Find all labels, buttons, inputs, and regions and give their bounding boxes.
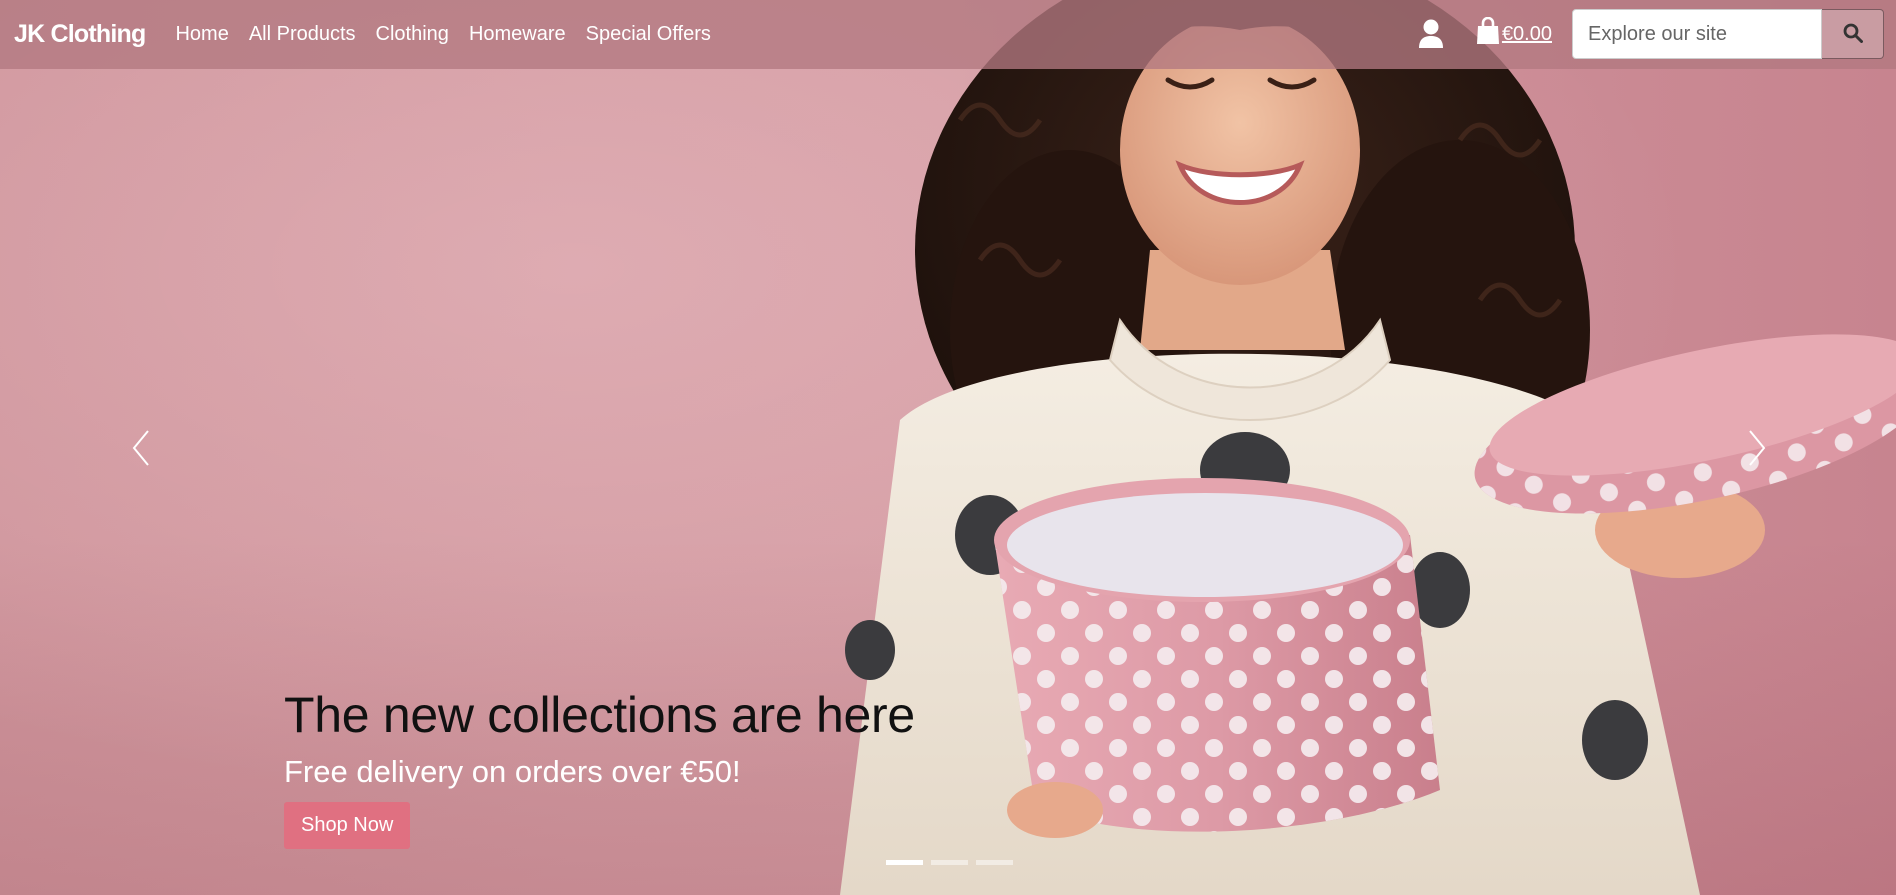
hero-subheading: Free delivery on orders over €50! — [284, 754, 741, 789]
carousel-indicator[interactable] — [976, 860, 1013, 865]
search-input[interactable] — [1572, 9, 1822, 59]
hero-heading: The new collections are here — [284, 687, 915, 743]
shopping-bag-icon — [1476, 16, 1502, 51]
carousel-indicator[interactable] — [931, 860, 968, 865]
nav-special-offers[interactable]: Special Offers — [586, 23, 711, 46]
nav-right: €0.00 — [1418, 9, 1884, 59]
search-icon — [1843, 23, 1863, 46]
shop-now-button[interactable]: Shop Now — [284, 802, 411, 849]
top-navbar: JK Clothing Home All Products Clothing H… — [0, 0, 1896, 69]
search-button[interactable] — [1822, 9, 1884, 59]
chevron-right-icon — [1736, 430, 1776, 475]
cart-button[interactable]: €0.00 — [1476, 16, 1552, 51]
cart-total: €0.00 — [1501, 22, 1552, 45]
carousel-indicator[interactable] — [886, 860, 923, 865]
search-form — [1572, 9, 1884, 59]
brand-logo[interactable]: JK Clothing — [14, 20, 146, 49]
carousel-caption: The new collections are here Free delive… — [284, 684, 915, 849]
carousel-next-button[interactable] — [1736, 425, 1776, 471]
nav-home[interactable]: Home — [175, 23, 228, 46]
carousel-prev-button[interactable] — [122, 425, 162, 471]
chevron-left-icon — [122, 430, 162, 475]
nav-all-products[interactable]: All Products — [249, 23, 356, 46]
nav-clothing[interactable]: Clothing — [376, 23, 449, 46]
nav-homeware[interactable]: Homeware — [469, 23, 566, 46]
user-icon[interactable] — [1418, 19, 1444, 49]
nav-links: Home All Products Clothing Homeware Spec… — [175, 23, 710, 46]
carousel-indicators — [886, 860, 1013, 865]
